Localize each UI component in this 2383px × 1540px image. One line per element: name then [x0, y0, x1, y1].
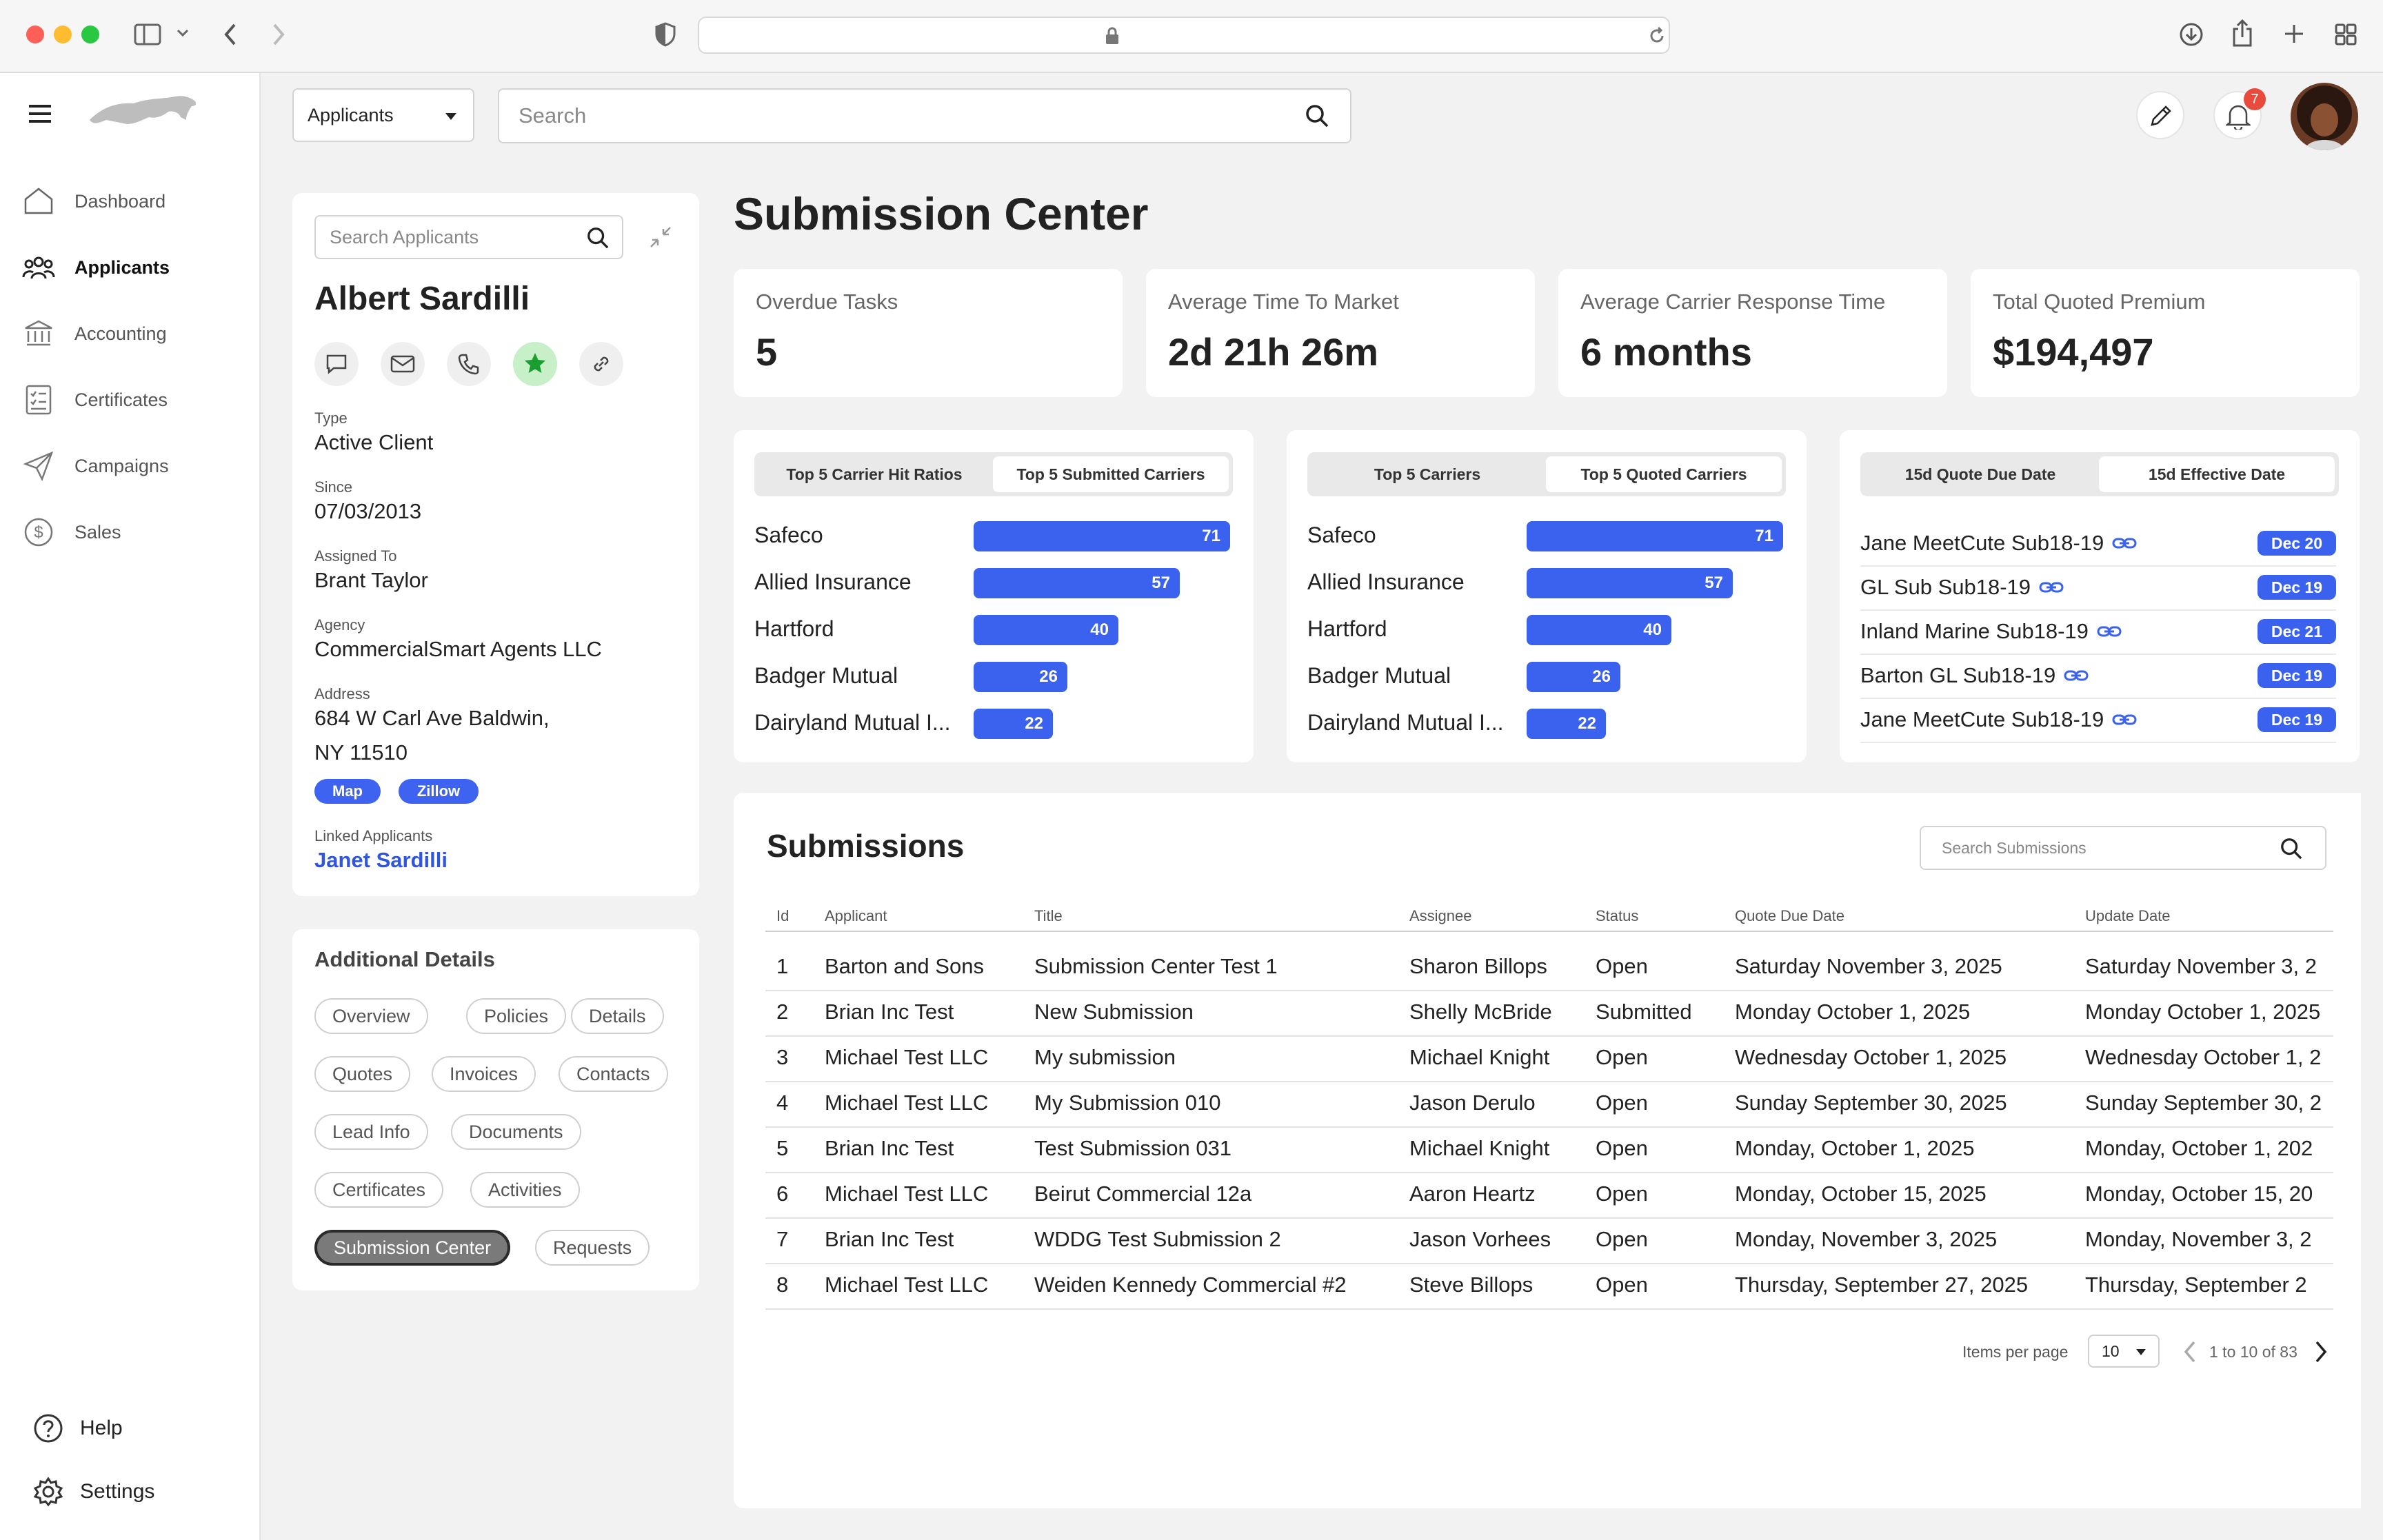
cell-applicant: Brian Inc Test [825, 1000, 954, 1024]
cell-assignee: Steve Billops [1409, 1273, 1534, 1297]
cell-id: 6 [776, 1182, 789, 1206]
cell-update-date: Thursday, September 2 [2085, 1273, 2307, 1297]
cell-update-date: Monday, November 3, 2 [2085, 1227, 2312, 1251]
cell-quote-due-date: Wednesday October 1, 2025 [1735, 1045, 2007, 1069]
cell-quote-due-date: Monday, November 3, 2025 [1735, 1227, 1998, 1251]
cell-applicant: Brian Inc Test [825, 1227, 954, 1251]
table-row[interactable]: 4 Michael Test LLC My Submission 010 Jason … [765, 1081, 2333, 1128]
cell-id: 5 [776, 1136, 789, 1160]
cell-quote-due-date: Saturday November 3, 2025 [1735, 954, 2002, 978]
items-per-page-value: 10 [2102, 1341, 2120, 1360]
cell-update-date: Saturday November 3, 2 [2085, 954, 2317, 978]
cell-title: Submission Center Test 1 [1034, 954, 1278, 978]
cell-quote-due-date: Monday, October 15, 2025 [1735, 1182, 1987, 1206]
table-row[interactable]: 2 Brian Inc Test New Submission Shelly McBr… [765, 990, 2333, 1037]
cell-assignee: Jason Vorhees [1409, 1227, 1551, 1251]
cell-applicant: Barton and Sons [825, 954, 984, 978]
cell-title: New Submission [1034, 1000, 1194, 1024]
cell-quote-due-date: Monday October 1, 2025 [1735, 1000, 1971, 1024]
cell-update-date: Monday, October 15, 20 [2085, 1182, 2313, 1206]
cell-title: WDDG Test Submission 2 [1034, 1227, 1281, 1251]
cell-title: My submission [1034, 1045, 1176, 1069]
items-per-page-label: Items per page [1962, 1343, 2069, 1361]
table-row[interactable]: 6 Michael Test LLC Beirut Commercial 12a Aa… [765, 1172, 2333, 1219]
cell-id: 1 [776, 954, 789, 978]
cell-title: Test Submission 031 [1034, 1136, 1232, 1160]
cell-title: Weiden Kennedy Commercial #2 [1034, 1273, 1347, 1297]
cell-update-date: Sunday September 30, 2 [2085, 1091, 2322, 1115]
cell-status: Open [1596, 1273, 1648, 1297]
cell-applicant: Michael Test LLC [825, 1182, 989, 1206]
cell-id: 8 [776, 1273, 789, 1297]
cell-applicant: Michael Test LLC [825, 1091, 989, 1115]
next-page-icon[interactable] [2314, 1340, 2328, 1364]
cell-id: 2 [776, 1000, 789, 1024]
cell-assignee: Aaron Heartz [1409, 1182, 1536, 1206]
cell-status: Open [1596, 954, 1648, 978]
cell-status: Open [1596, 1227, 1648, 1251]
cell-title: Beirut Commercial 12a [1034, 1182, 1252, 1206]
cell-status: Open [1596, 1045, 1648, 1069]
cell-applicant: Michael Test LLC [825, 1273, 989, 1297]
cell-update-date: Wednesday October 1, 2 [2085, 1045, 2322, 1069]
pagination-range: 1 to 10 of 83 [2209, 1343, 2297, 1361]
cell-status: Open [1596, 1091, 1648, 1115]
cell-applicant: Brian Inc Test [825, 1136, 954, 1160]
cell-assignee: Michael Knight [1409, 1045, 1550, 1069]
previous-page-icon[interactable] [2183, 1340, 2197, 1364]
cell-update-date: Monday October 1, 2025 [2085, 1000, 2321, 1024]
table-row[interactable]: 5 Brian Inc Test Test Submission 031 Michae… [765, 1126, 2333, 1173]
cell-id: 4 [776, 1091, 789, 1115]
cell-id: 7 [776, 1227, 789, 1251]
table-row[interactable]: 3 Michael Test LLC My submission Michael Kn… [765, 1035, 2333, 1082]
cell-update-date: Monday, October 1, 202 [2085, 1136, 2313, 1160]
caret-down-icon [2136, 1349, 2146, 1355]
cell-id: 3 [776, 1045, 789, 1069]
cell-applicant: Michael Test LLC [825, 1045, 989, 1069]
cell-status: Open [1596, 1136, 1648, 1160]
cell-status: Open [1596, 1182, 1648, 1206]
cell-assignee: Michael Knight [1409, 1136, 1550, 1160]
cell-title: My Submission 010 [1034, 1091, 1221, 1115]
table-row[interactable]: 1 Barton and Sons Submission Center Test 1… [765, 944, 2333, 991]
cell-assignee: Sharon Billops [1409, 954, 1547, 978]
cell-status: Submitted [1596, 1000, 1692, 1024]
cell-quote-due-date: Monday, October 1, 2025 [1735, 1136, 1975, 1160]
viewport-gutter [2361, 73, 2383, 1540]
cell-quote-due-date: Sunday September 30, 2025 [1735, 1091, 2007, 1115]
table-row[interactable]: 7 Brian Inc Test WDDG Test Submission 2 Jas… [765, 1217, 2333, 1264]
items-per-page-select[interactable]: 10 [2088, 1335, 2160, 1368]
cell-quote-due-date: Thursday, September 27, 2025 [1735, 1273, 2029, 1297]
cell-assignee: Jason Derulo [1409, 1091, 1536, 1115]
table-row[interactable]: 8 Michael Test LLC Weiden Kennedy Commerci… [765, 1263, 2333, 1310]
cell-assignee: Shelly McBride [1409, 1000, 1552, 1024]
